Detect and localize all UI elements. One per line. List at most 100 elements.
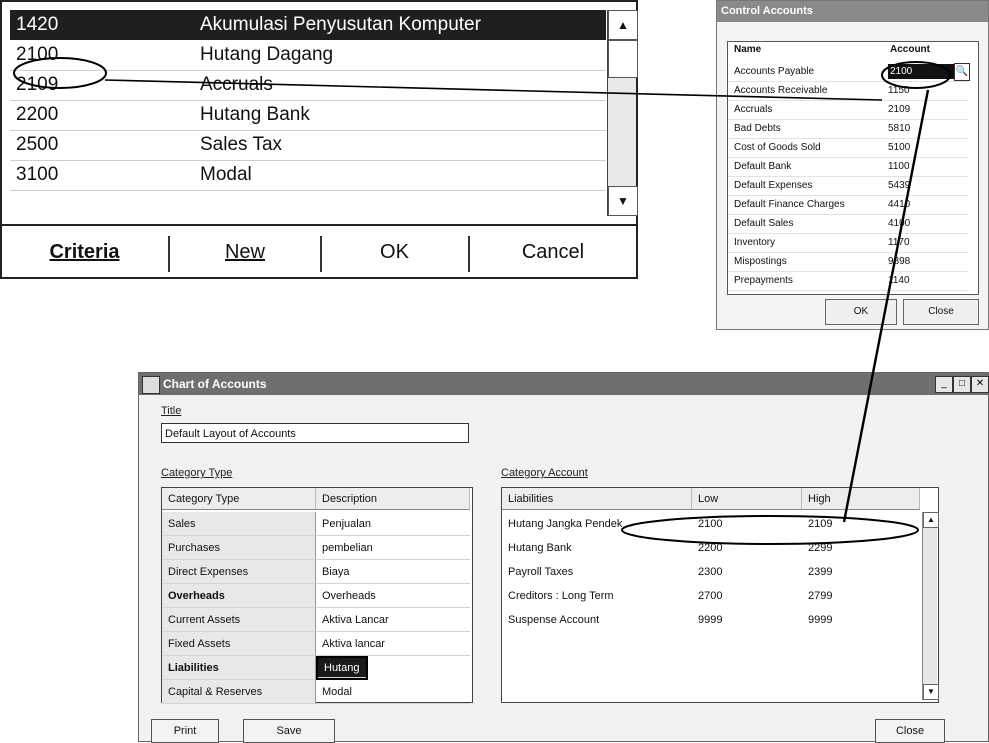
control-name: Default Sales <box>734 218 794 229</box>
account-name-cell[interactable]: Hutang Jangka Pendek <box>502 512 692 536</box>
list-item[interactable]: 3100 Modal <box>10 160 606 191</box>
scroll-down-icon[interactable]: ▼ <box>608 186 638 216</box>
table-row[interactable]: Accounts Receivable 1150 <box>728 81 968 101</box>
column-header-low: Low <box>692 488 802 510</box>
cancel-button[interactable]: Cancel <box>470 226 636 279</box>
table-row[interactable]: Accruals 2109 <box>728 100 968 120</box>
list-scrollbar[interactable]: ▲ ▼ <box>607 10 638 216</box>
account-code: 3100 <box>16 164 59 185</box>
category-account-grid: Liabilities Low High Hutang Jangka Pende… <box>501 487 939 703</box>
account-name-cell[interactable]: Hutang Bank <box>502 536 692 560</box>
account-name-cell[interactable]: Payroll Taxes <box>502 560 692 584</box>
control-account: 5100 <box>888 142 911 153</box>
minimize-icon[interactable]: _ <box>935 376 953 393</box>
scroll-down-icon[interactable]: ▼ <box>923 684 939 700</box>
control-account: 1100 <box>888 161 910 172</box>
table-row[interactable]: Mispostings 9898 <box>728 252 968 272</box>
low-cell[interactable]: 2300 <box>692 560 802 584</box>
ok-button[interactable]: OK <box>322 226 467 279</box>
description-cell[interactable]: Penjualan <box>316 512 470 536</box>
description-input[interactable]: Hutang <box>316 656 368 680</box>
high-cell[interactable]: 2299 <box>802 536 920 560</box>
category-type-cell: Direct Expenses <box>162 560 316 584</box>
table-row[interactable]: Accounts Payable 2100 🔍 <box>728 62 970 82</box>
table-row[interactable]: Default Finance Charges 4410 <box>728 195 968 215</box>
account-name: Hutang Bank <box>200 104 310 125</box>
column-header-description: Description <box>316 488 470 510</box>
control-name: Accounts Receivable <box>734 85 828 96</box>
list-item[interactable]: 2109 Accruals <box>10 70 606 101</box>
description-cell[interactable]: Aktiva Lancar <box>316 608 470 632</box>
control-account: 5810 <box>888 123 911 134</box>
control-accounts-dialog: Control Accounts Name Account Accounts P… <box>716 0 989 330</box>
category-type-cell: Current Assets <box>162 608 316 632</box>
list-item[interactable]: 2500 Sales Tax <box>10 130 606 161</box>
control-name: Default Finance Charges <box>734 199 845 210</box>
table-row[interactable]: Default Sales 4100 <box>728 214 968 234</box>
lookup-button-bar: Criteria New OK Cancel <box>2 224 636 279</box>
maximize-icon[interactable]: □ <box>953 376 971 393</box>
low-cell[interactable]: 2100 <box>692 512 802 536</box>
list-item[interactable]: 2200 Hutang Bank <box>10 100 606 131</box>
account-code: 2500 <box>16 134 59 155</box>
list-item[interactable]: 2100 Hutang Dagang <box>10 40 606 71</box>
chart-of-accounts-window: Chart of Accounts _ □ ✕ Title Default La… <box>138 372 989 743</box>
criteria-button[interactable]: Criteria <box>2 226 167 279</box>
save-button[interactable]: Save <box>243 719 335 743</box>
table-row[interactable]: Inventory 1170 <box>728 233 968 253</box>
scroll-up-icon[interactable]: ▲ <box>923 512 939 528</box>
app-icon <box>142 376 160 394</box>
account-name-cell[interactable]: Creditors : Long Term <box>502 584 692 608</box>
control-name: Mispostings <box>734 256 787 267</box>
new-button[interactable]: New <box>170 226 320 279</box>
close-button[interactable]: Close <box>875 719 945 743</box>
close-icon[interactable]: ✕ <box>971 376 989 393</box>
print-button[interactable]: Print <box>151 719 219 743</box>
control-account: 2109 <box>888 104 911 115</box>
scroll-up-icon[interactable]: ▲ <box>608 10 638 40</box>
table-row[interactable]: Prepayments 1140 <box>728 271 968 291</box>
description-cell[interactable]: pembelian <box>316 536 470 560</box>
table-row[interactable]: Bad Debts 5810 <box>728 119 968 139</box>
low-cell[interactable]: 2200 <box>692 536 802 560</box>
account-code: 2109 <box>16 74 59 95</box>
account-name: Akumulasi Penyusutan Komputer <box>200 14 481 35</box>
high-cell[interactable]: 2399 <box>802 560 920 584</box>
table-row[interactable]: Default Bank 1100 <box>728 157 968 177</box>
scroll-thumb[interactable] <box>608 40 638 78</box>
category-type-cell: Sales <box>162 512 316 536</box>
low-cell[interactable]: 2700 <box>692 584 802 608</box>
table-row[interactable]: Default Expenses 5439 <box>728 176 968 196</box>
high-cell[interactable]: 2799 <box>802 584 920 608</box>
list-item[interactable]: 1420 Akumulasi Penyusutan Komputer <box>10 10 606 40</box>
description-cell[interactable]: Biaya <box>316 560 470 584</box>
high-cell[interactable]: 9999 <box>802 608 920 632</box>
ok-button[interactable]: OK <box>825 299 897 325</box>
title-input[interactable]: Default Layout of Accounts <box>161 423 469 443</box>
description-cell[interactable]: Modal <box>316 680 470 704</box>
control-account: 9898 <box>888 256 911 267</box>
account-name: Modal <box>200 164 252 185</box>
account-name: Accruals <box>200 74 273 95</box>
column-header-liabilities: Liabilities <box>502 488 692 510</box>
category-type-cell: Liabilities <box>162 656 316 680</box>
account-name-cell[interactable]: Suspense Account <box>502 608 692 632</box>
dialog-title: Control Accounts <box>717 1 988 22</box>
close-button[interactable]: Close <box>903 299 979 325</box>
account-name: Hutang Dagang <box>200 44 334 65</box>
description-cell[interactable]: Overheads <box>316 584 470 608</box>
account-input[interactable]: 2100 <box>888 64 954 79</box>
grid-scrollbar[interactable]: ▲ ▼ <box>922 512 939 700</box>
control-account: 5439 <box>888 180 911 191</box>
category-type-label: Category Type <box>161 467 233 479</box>
low-cell[interactable]: 9999 <box>692 608 802 632</box>
account-name: Sales Tax <box>200 134 283 155</box>
control-account: 1140 <box>888 275 910 286</box>
category-account-label: Category Account <box>501 467 588 479</box>
control-name: Accounts Payable <box>734 66 815 77</box>
description-cell[interactable]: Aktiva lancar <box>316 632 470 656</box>
high-cell[interactable]: 2109 <box>802 512 920 536</box>
lookup-icon[interactable]: 🔍 <box>954 63 970 81</box>
table-row[interactable]: Cost of Goods Sold 5100 <box>728 138 968 158</box>
control-name: Default Bank <box>734 161 792 172</box>
